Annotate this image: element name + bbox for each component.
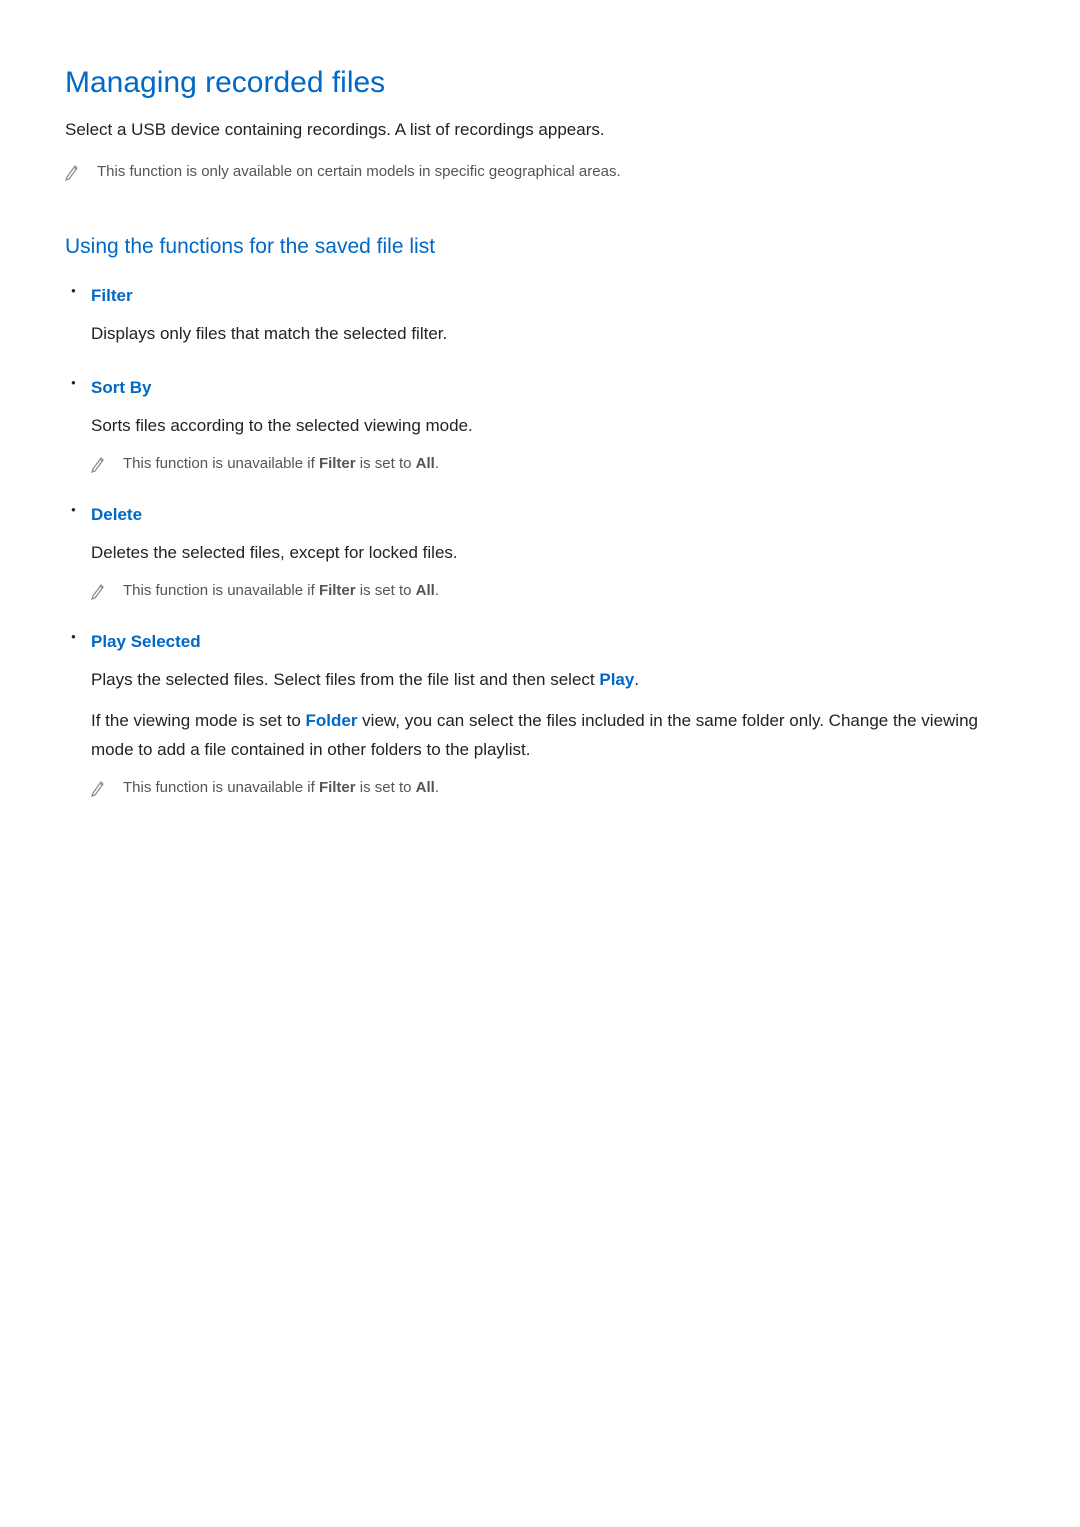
note-text-part: is set to — [356, 779, 416, 796]
feature-play-selected: Play Selected Plays the selected files. … — [91, 629, 1015, 800]
feature-filter: Filter Displays only files that match th… — [91, 283, 1015, 349]
desc-text-part: If the viewing mode is set to — [91, 711, 306, 730]
note-term-filter: Filter — [319, 779, 356, 796]
note-text-part: is set to — [356, 455, 416, 472]
feature-delete-note-text: This function is unavailable if Filter i… — [123, 580, 439, 603]
feature-play-selected-desc1: Plays the selected files. Select files f… — [91, 666, 1015, 695]
feature-play-selected-note: This function is unavailable if Filter i… — [91, 777, 1015, 800]
top-note: This function is only available on certa… — [65, 161, 1015, 184]
feature-play-selected-note-text: This function is unavailable if Filter i… — [123, 777, 439, 800]
desc-term-play: Play — [599, 670, 634, 689]
desc-text-part: . — [634, 670, 639, 689]
feature-sort-by-note: This function is unavailable if Filter i… — [91, 453, 1015, 476]
pencil-icon — [91, 779, 105, 797]
feature-list: Filter Displays only files that match th… — [65, 283, 1015, 800]
feature-play-selected-desc2: If the viewing mode is set to Folder vie… — [91, 707, 1015, 765]
feature-sort-by: Sort By Sorts files according to the sel… — [91, 375, 1015, 476]
note-term-filter: Filter — [319, 582, 356, 599]
pencil-icon — [65, 163, 79, 181]
pencil-icon — [91, 582, 105, 600]
note-term-all: All — [416, 582, 435, 599]
note-text-part: This function is unavailable if — [123, 582, 319, 599]
note-term-filter: Filter — [319, 455, 356, 472]
note-text-part: This function is unavailable if — [123, 455, 319, 472]
feature-delete-note: This function is unavailable if Filter i… — [91, 580, 1015, 603]
note-term-all: All — [416, 455, 435, 472]
note-text-part: is set to — [356, 582, 416, 599]
note-text-part: . — [435, 455, 439, 472]
desc-text-part: Plays the selected files. Select files f… — [91, 670, 599, 689]
feature-sort-by-desc: Sorts files according to the selected vi… — [91, 412, 1015, 441]
feature-sort-by-title: Sort By — [91, 375, 1015, 401]
feature-play-selected-title: Play Selected — [91, 629, 1015, 655]
note-text-part: . — [435, 779, 439, 796]
desc-term-folder: Folder — [306, 711, 358, 730]
feature-sort-by-note-text: This function is unavailable if Filter i… — [123, 453, 439, 476]
feature-filter-desc: Displays only files that match the selec… — [91, 320, 1015, 349]
feature-delete: Delete Deletes the selected files, excep… — [91, 502, 1015, 603]
feature-delete-desc: Deletes the selected files, except for l… — [91, 539, 1015, 568]
note-text-part: This function is unavailable if — [123, 779, 319, 796]
intro-text: Select a USB device containing recording… — [65, 117, 1015, 143]
page-title: Managing recorded files — [65, 60, 1015, 105]
note-text-part: . — [435, 582, 439, 599]
section-title: Using the functions for the saved file l… — [65, 231, 1015, 263]
note-term-all: All — [416, 779, 435, 796]
top-note-text: This function is only available on certa… — [97, 161, 621, 184]
feature-delete-title: Delete — [91, 502, 1015, 528]
pencil-icon — [91, 455, 105, 473]
feature-filter-title: Filter — [91, 283, 1015, 309]
